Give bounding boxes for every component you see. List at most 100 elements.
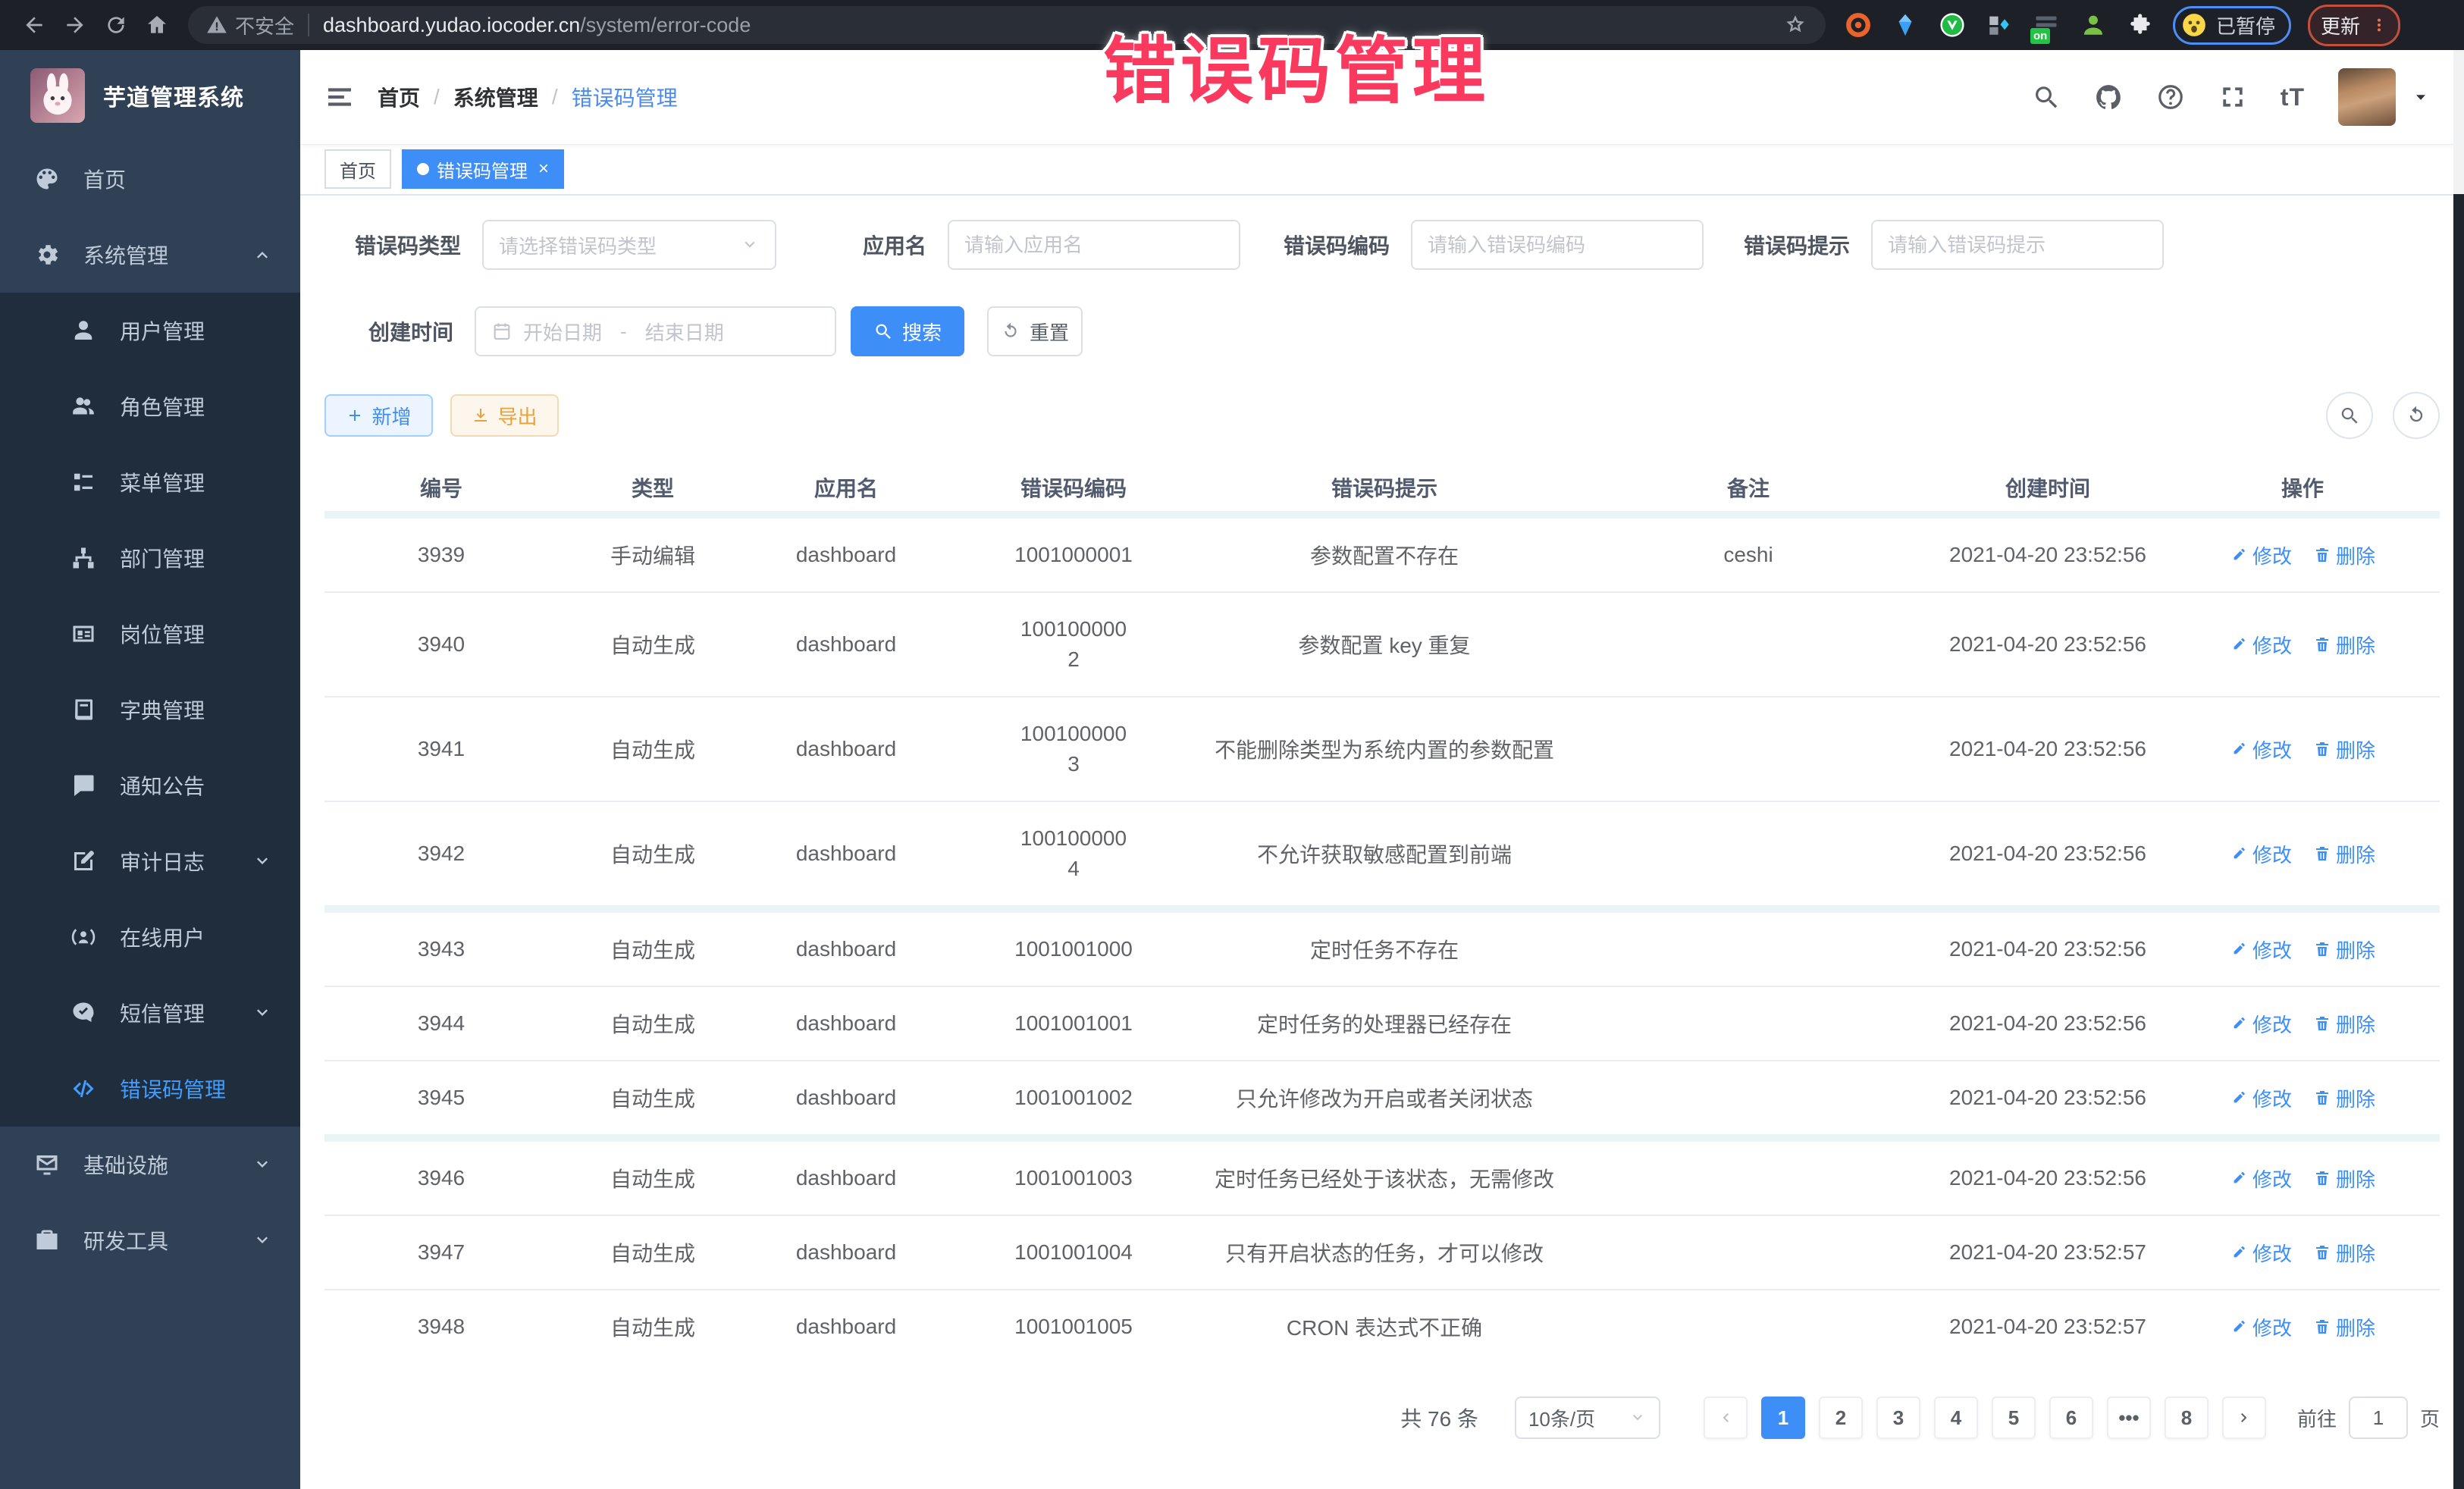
help-icon[interactable] [2156,83,2185,111]
address-bar[interactable]: 不安全 dashboard.yudao.iocoder.cn /system/e… [188,6,1826,44]
breadcrumb-home[interactable]: 首页 [378,82,420,112]
browser-reload-icon[interactable] [96,5,136,45]
edit-link[interactable]: 修改 [2230,1239,2292,1267]
edit-link[interactable]: 修改 [2230,735,2292,763]
sidebar-item[interactable]: 通知公告 [0,748,300,823]
sidebar-item[interactable]: 短信管理 [0,975,300,1051]
page-tag[interactable]: 首页 [324,149,391,189]
text-size-icon[interactable]: tT [2281,83,2305,111]
extension-pin-icon[interactable] [1892,12,1918,38]
browser-forward-icon[interactable] [55,5,96,45]
browser-home-icon[interactable] [136,5,177,45]
delete-link[interactable]: 删除 [2313,631,2375,659]
edit-link[interactable]: 修改 [2230,1010,2292,1038]
extension-vue-devtools-icon[interactable] [1939,12,1965,38]
page-size-select[interactable]: 10条/页 [1515,1397,1660,1439]
breadcrumb-system[interactable]: 系统管理 [453,82,538,112]
page-number-button[interactable]: 1 [1761,1397,1805,1439]
page-number-button[interactable]: 2 [1819,1397,1863,1439]
plus-icon [346,406,364,425]
error-code-input[interactable] [1428,234,1687,257]
page-number-button[interactable]: 8 [2165,1397,2209,1439]
extension-list-icon[interactable]: on [2033,12,2059,38]
delete-link[interactable]: 删除 [2313,735,2375,763]
page-number-button[interactable]: ••• [2107,1397,2151,1439]
extensions-puzzle-icon[interactable] [2127,12,2153,38]
error-type-placeholder: 请选择错误码类型 [499,231,657,259]
sidebar-item[interactable]: 字典管理 [0,672,300,748]
sidebar-item[interactable]: 研发工具 [0,1202,300,1278]
delete-link[interactable]: 删除 [2313,1239,2375,1267]
refresh-table-button[interactable] [2393,392,2440,439]
browser-update-button[interactable]: 更新 [2308,5,2400,46]
delete-link[interactable]: 删除 [2313,541,2375,569]
bookmark-star-icon[interactable] [1783,13,1807,37]
edit-link[interactable]: 修改 [2230,1165,2292,1193]
app-name-field[interactable] [948,220,1240,270]
sidebar-item[interactable]: 菜单管理 [0,444,300,520]
edit-link[interactable]: 修改 [2230,840,2292,868]
toggle-search-button[interactable] [2326,392,2373,439]
sidebar-item-icon [70,848,97,875]
browser-menu-dots-icon[interactable] [2371,17,2387,33]
delete-link[interactable]: 删除 [2313,1165,2375,1193]
prev-page-button[interactable] [1704,1397,1748,1439]
sidebar-item-label: 首页 [83,164,273,194]
app-name-input[interactable] [964,234,1224,257]
delete-link[interactable]: 删除 [2313,1010,2375,1038]
reset-refresh-icon [1001,321,1020,341]
goto-page-input[interactable] [2349,1397,2408,1439]
delete-link[interactable]: 删除 [2313,840,2375,868]
page-tag[interactable]: 错误码管理 × [402,149,564,189]
error-code-field[interactable] [1411,220,1704,270]
export-button[interactable]: 导出 [450,394,559,437]
page-number-button[interactable]: 4 [1934,1397,1978,1439]
breadcrumb-current: 错误码管理 [572,82,678,112]
extension-orange-icon[interactable] [1845,12,1871,38]
edit-link[interactable]: 修改 [2230,1084,2292,1112]
edit-link[interactable]: 修改 [2230,631,2292,659]
page-number-button[interactable]: 5 [1992,1397,2036,1439]
avatar-caret-down-icon[interactable] [2411,87,2431,107]
page-number-button[interactable]: 3 [1876,1397,1920,1439]
sidebar-item[interactable]: 岗位管理 [0,596,300,672]
reset-button[interactable]: 重置 [987,306,1083,356]
user-avatar[interactable] [2338,68,2396,126]
sidebar-item[interactable]: 用户管理 [0,293,300,368]
browser-back-icon[interactable] [14,5,55,45]
sidebar-item[interactable]: 审计日志 [0,823,300,899]
search-button[interactable]: 搜索 [851,306,964,356]
next-page-button[interactable] [2222,1397,2266,1439]
tag-close-icon[interactable]: × [538,160,549,178]
add-button[interactable]: 新增 [324,394,433,437]
delete-link[interactable]: 删除 [2313,1084,2375,1112]
extension-grid-icon[interactable] [1986,12,2012,38]
delete-link[interactable]: 删除 [2313,1313,2375,1341]
scrollbar[interactable] [2453,50,2464,1489]
fullscreen-icon[interactable] [2218,83,2247,111]
hamburger-icon[interactable] [324,82,355,112]
sidebar-item[interactable]: 部门管理 [0,520,300,596]
app-logo-row[interactable]: 芋道管理系统 [0,50,300,141]
header-search-icon[interactable] [2032,83,2061,111]
sidebar-item[interactable]: 角色管理 [0,368,300,444]
sidebar-item[interactable]: 基础设施 [0,1127,300,1202]
scrollbar-thumb[interactable] [2453,194,2464,1489]
page-number-button[interactable]: 6 [2049,1397,2093,1439]
extension-person-icon[interactable] [2080,12,2106,38]
edit-link[interactable]: 修改 [2230,936,2292,964]
browser-profile-chip[interactable]: 已暂停 [2173,6,2291,45]
sidebar-item[interactable]: 首页 [0,141,300,217]
sidebar-item[interactable]: 错误码管理 [0,1051,300,1127]
error-type-select[interactable]: 请选择错误码类型 [482,220,776,270]
cell-app: dashboard [748,543,945,567]
create-time-range-picker[interactable]: 开始日期 - 结束日期 [475,306,836,356]
error-msg-input[interactable] [1888,234,2147,257]
error-msg-field[interactable] [1871,220,2164,270]
github-icon[interactable] [2094,83,2123,111]
sidebar-item[interactable]: 系统管理 [0,217,300,293]
delete-link[interactable]: 删除 [2313,936,2375,964]
sidebar-item[interactable]: 在线用户 [0,899,300,975]
edit-link[interactable]: 修改 [2230,1313,2292,1341]
edit-link[interactable]: 修改 [2230,541,2292,569]
